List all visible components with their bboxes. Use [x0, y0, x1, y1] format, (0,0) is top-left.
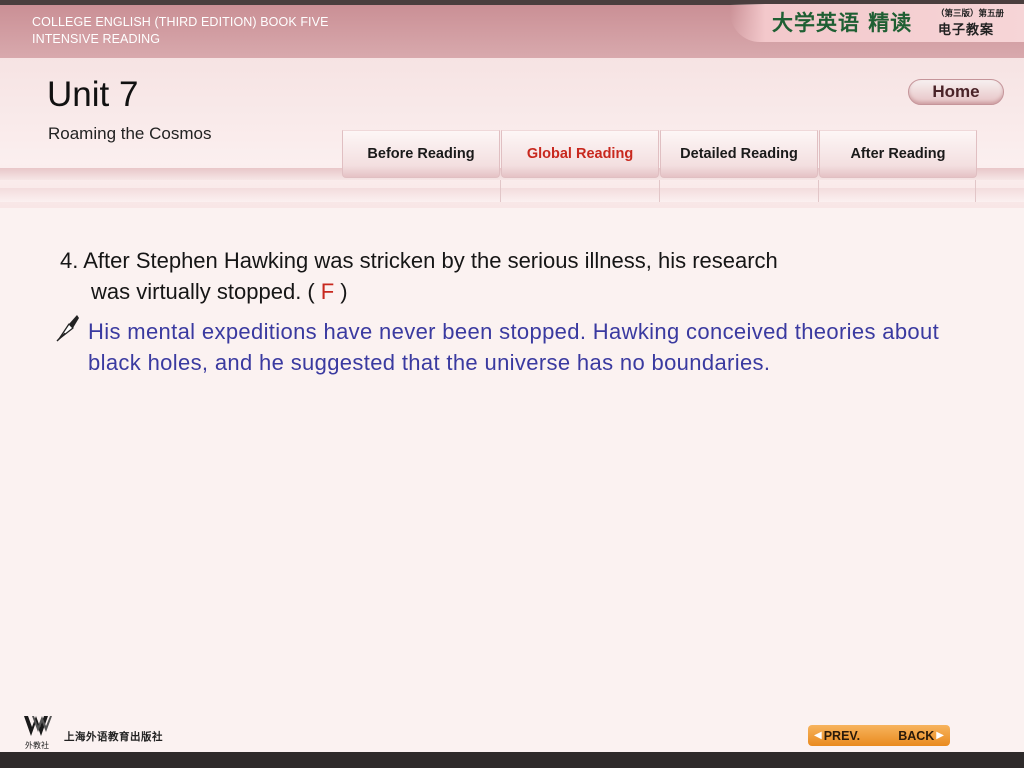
- brand-subtitle: 电子教案: [938, 23, 995, 38]
- page-nav-controls: ◀ PREV. BACK ▶: [808, 725, 950, 746]
- publisher-logo-icon: 外教社: [24, 716, 52, 750]
- tab-divider: [818, 180, 819, 202]
- pen-nib-icon: [56, 315, 79, 342]
- brand-edition: （第三版）第五册: [936, 9, 1005, 19]
- tab-divider: [975, 180, 976, 202]
- question-text: was virtually stopped. (: [91, 279, 315, 304]
- back-button[interactable]: BACK ▶: [898, 729, 944, 743]
- course-title: COLLEGE ENGLISH (THIRD EDITION) BOOK FIV…: [32, 15, 329, 29]
- tab-divider: [500, 180, 501, 202]
- back-label: BACK: [898, 728, 935, 743]
- section-tabs: Before Reading Global Reading Detailed R…: [342, 130, 978, 180]
- answer-letter: F: [320, 279, 335, 304]
- publisher-mark-text: 外教社: [25, 740, 49, 750]
- brand-title: 大学英语 精读: [772, 11, 913, 35]
- tab-global-reading[interactable]: Global Reading: [501, 130, 659, 178]
- unit-subtitle: Roaming the Cosmos: [48, 124, 212, 143]
- right-arrow-icon: ▶: [936, 730, 944, 741]
- home-button[interactable]: Home: [908, 79, 1004, 105]
- tab-divider: [659, 180, 660, 202]
- left-arrow-icon: ◀: [814, 730, 822, 741]
- publisher-name: 上海外语教育出版社: [64, 731, 163, 743]
- tab-band-lower: [0, 188, 1024, 202]
- footer-strip: [0, 752, 1024, 768]
- question-line-2: was virtually stopped. (F): [60, 276, 960, 307]
- tab-after-reading[interactable]: After Reading: [819, 130, 977, 178]
- answer-explanation: His mental expeditions have never been s…: [88, 319, 940, 375]
- tab-before-reading[interactable]: Before Reading: [342, 130, 500, 178]
- tab-detailed-reading[interactable]: Detailed Reading: [660, 130, 818, 178]
- question-statement: 4. After Stephen Hawking was stricken by…: [60, 245, 960, 307]
- question-close-paren: ): [340, 279, 348, 304]
- question-line-1: 4. After Stephen Hawking was stricken by…: [60, 248, 778, 273]
- prev-button[interactable]: ◀ PREV.: [814, 729, 860, 743]
- unit-title: Unit 7: [47, 75, 139, 114]
- prev-label: PREV.: [823, 728, 861, 743]
- course-subtitle: INTENSIVE READING: [32, 32, 161, 46]
